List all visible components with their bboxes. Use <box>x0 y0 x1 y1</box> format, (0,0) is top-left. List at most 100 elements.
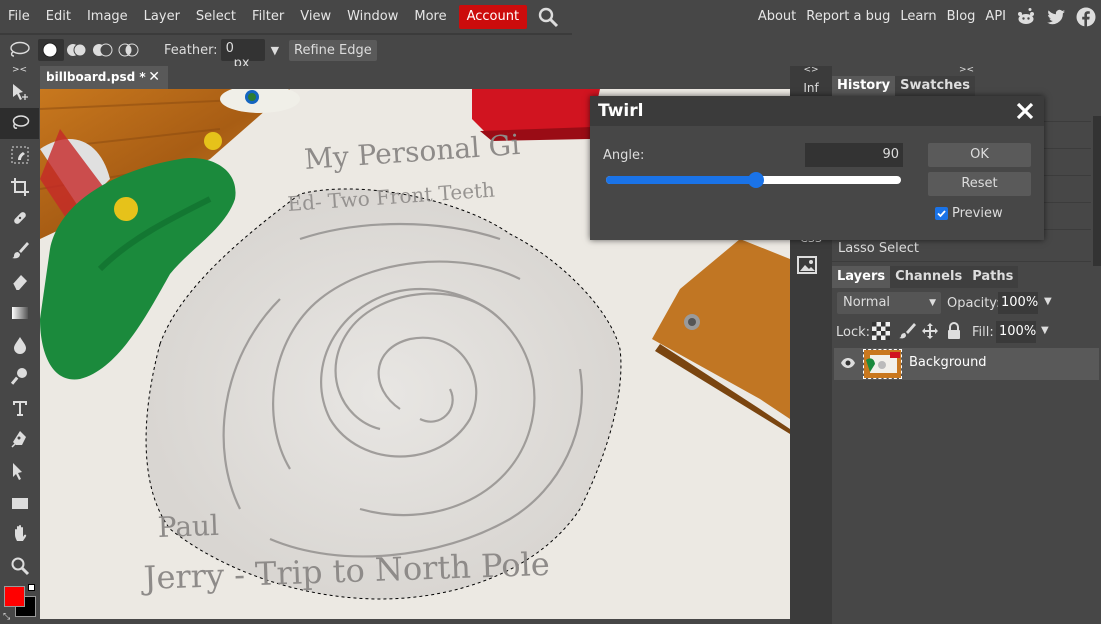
menu-learn[interactable]: Learn <box>895 0 941 33</box>
history-scrollbar[interactable] <box>1093 116 1101 266</box>
reddit-icon[interactable] <box>1016 7 1036 27</box>
quick-selection-tool-icon[interactable] <box>0 139 39 171</box>
toolbox-collapse[interactable]: >< <box>0 66 39 76</box>
move-tool-icon[interactable] <box>0 76 39 108</box>
close-tab-icon[interactable]: ✕ <box>148 66 160 89</box>
lock-pixels-icon[interactable] <box>898 322 916 344</box>
blur-tool-icon[interactable] <box>0 329 39 361</box>
menu-view[interactable]: View <box>292 0 339 33</box>
blend-mode-value: Normal <box>843 295 891 310</box>
angle-input[interactable]: 90 <box>805 143 903 167</box>
default-colors-icon[interactable] <box>28 583 35 591</box>
fill-field[interactable]: 100% <box>996 321 1036 343</box>
tab-channels[interactable]: Channels <box>890 266 968 288</box>
canvas-paul-text: Paul <box>157 509 219 544</box>
facebook-icon[interactable] <box>1076 7 1096 27</box>
preview-checkbox[interactable] <box>935 207 948 220</box>
search-icon[interactable] <box>537 6 559 28</box>
menu-about[interactable]: About <box>753 0 801 33</box>
menu-blog[interactable]: Blog <box>942 0 981 33</box>
selection-new-icon[interactable] <box>38 39 64 61</box>
lock-position-icon[interactable] <box>921 322 939 344</box>
checkmark-icon <box>937 210 946 218</box>
blend-mode-select[interactable]: Normal ▼ <box>837 292 941 314</box>
info-panel-button[interactable]: Inf <box>790 81 832 95</box>
tool-options-bar: Feather: 0 px ▼ Refine Edge <box>0 35 790 71</box>
lock-transparency-icon[interactable] <box>872 322 890 344</box>
angle-slider[interactable] <box>606 172 901 188</box>
tab-paths[interactable]: Paths <box>967 266 1019 288</box>
feather-field[interactable]: 0 px <box>220 39 265 71</box>
layer-thumbnail <box>863 349 902 379</box>
menu-select[interactable]: Select <box>188 0 244 33</box>
selection-intersect-icon[interactable] <box>116 39 142 61</box>
document-tabs: billboard.psd * ✕ <box>40 66 790 89</box>
tab-layers[interactable]: Layers <box>832 266 891 288</box>
menu-layer[interactable]: Layer <box>136 0 188 33</box>
toolbox: >< ⤡ <box>0 66 39 624</box>
menu-edit[interactable]: Edit <box>38 0 79 33</box>
preview-label: Preview <box>952 206 1003 221</box>
angle-slider-thumb[interactable] <box>748 172 765 188</box>
menu-report-bug[interactable]: Report a bug <box>801 0 895 33</box>
tab-history[interactable]: History <box>832 76 896 96</box>
panels-collapse[interactable]: >< <box>832 66 1101 76</box>
tab-swatches[interactable]: Swatches <box>895 76 975 96</box>
selection-subtract-icon[interactable] <box>90 39 116 61</box>
photopea-app: File Edit Image Layer Select Filter View… <box>0 0 1101 624</box>
document-tab-title: billboard.psd * <box>46 70 146 84</box>
ok-button[interactable]: OK <box>928 143 1031 167</box>
lock-label: Lock: <box>836 325 871 340</box>
refine-edge-button[interactable]: Refine Edge <box>289 39 377 61</box>
layer-name: Background <box>909 355 987 370</box>
close-icon[interactable] <box>1014 100 1036 122</box>
foreground-color-swatch[interactable] <box>4 585 25 607</box>
lasso-options-icon[interactable] <box>0 40 38 60</box>
twirl-dialog: Twirl Angle: 90 OK Reset Preview <box>590 96 1044 240</box>
layer-row-background[interactable]: Background <box>834 348 1099 380</box>
account-button[interactable]: Account <box>458 4 528 29</box>
pen-tool-icon[interactable] <box>0 424 39 456</box>
menu-more[interactable]: More <box>406 0 454 33</box>
brush-tool-icon[interactable] <box>0 234 39 266</box>
fill-dropdown-icon[interactable]: ▼ <box>1041 325 1049 336</box>
twitter-icon[interactable] <box>1046 7 1066 27</box>
dialog-header[interactable]: Twirl <box>590 96 1044 126</box>
feather-value: 0 <box>225 41 234 56</box>
feather-dropdown-icon[interactable]: ▼ <box>271 44 279 57</box>
angle-label: Angle: <box>603 148 645 163</box>
healing-brush-tool-icon[interactable] <box>0 202 39 234</box>
crop-tool-icon[interactable] <box>0 171 39 203</box>
rectangle-tool-icon[interactable] <box>0 487 39 519</box>
hand-tool-icon[interactable] <box>0 518 39 550</box>
dialog-title: Twirl <box>598 101 644 121</box>
opacity-field[interactable]: 100% <box>998 292 1038 314</box>
reset-button[interactable]: Reset <box>928 172 1031 196</box>
menu-api[interactable]: API <box>980 0 1011 33</box>
angle-value: 90 <box>882 147 899 162</box>
swap-colors-icon[interactable]: ⤡ <box>3 612 10 622</box>
color-swatches[interactable]: ⤡ <box>0 582 39 624</box>
type-tool-icon[interactable] <box>0 392 39 424</box>
eye-icon[interactable] <box>840 357 856 373</box>
document-tab[interactable]: billboard.psd * ✕ <box>40 66 168 89</box>
layers-tabs: Layers Channels Paths <box>832 266 1101 288</box>
path-selection-tool-icon[interactable] <box>0 455 39 487</box>
opacity-dropdown-icon[interactable]: ▼ <box>1044 296 1052 307</box>
lock-all-icon[interactable] <box>945 322 963 344</box>
zoom-tool-icon[interactable] <box>0 550 39 582</box>
menu-file[interactable]: File <box>0 0 38 33</box>
lasso-tool-icon[interactable] <box>0 107 39 140</box>
eraser-tool-icon[interactable] <box>0 266 39 298</box>
menu-image[interactable]: Image <box>79 0 136 33</box>
menu-window[interactable]: Window <box>339 0 406 33</box>
history-tabs: History Swatches <box>832 76 1101 96</box>
mini-collapse[interactable]: <> <box>790 66 832 76</box>
gradient-tool-icon[interactable] <box>0 297 39 329</box>
selection-add-icon[interactable] <box>64 39 90 61</box>
menu-filter[interactable]: Filter <box>244 0 292 33</box>
dodge-tool-icon[interactable] <box>0 360 39 392</box>
opacity-label: Opacity: <box>947 296 1001 311</box>
feather-label: Feather: <box>164 42 218 58</box>
image-panel-icon[interactable] <box>797 256 817 278</box>
